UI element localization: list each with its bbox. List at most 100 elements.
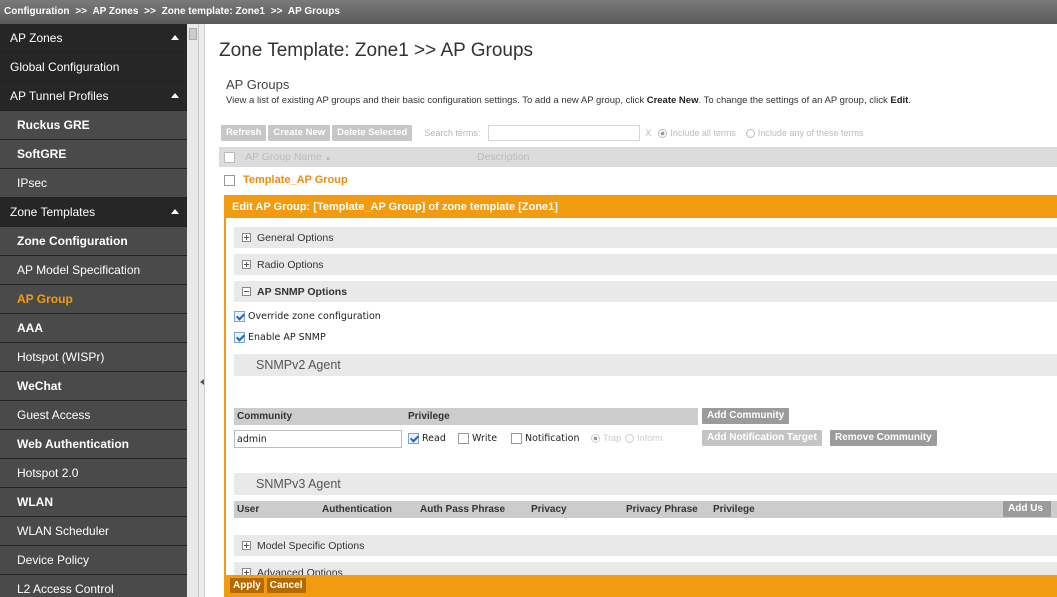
delete-selected-button[interactable]: Delete Selected bbox=[332, 125, 413, 141]
expand-icon[interactable] bbox=[242, 541, 251, 550]
sidebar-item-ap-group[interactable]: AP Group bbox=[0, 285, 187, 314]
include-all-label: Include all terms bbox=[670, 128, 736, 138]
collapse-arrow-icon bbox=[171, 209, 179, 214]
row-checkbox[interactable] bbox=[224, 174, 235, 186]
remove-community-button[interactable]: Remove Community bbox=[830, 430, 937, 446]
sort-ascending-icon: ▲ bbox=[324, 155, 332, 162]
sidebar-item-label: AP Tunnel Profiles bbox=[10, 89, 109, 103]
sidebar-item-wlan[interactable]: WLAN bbox=[0, 488, 187, 517]
sidebar-group-ap-zones[interactable]: AP Zones bbox=[0, 24, 187, 53]
refresh-button[interactable]: Refresh bbox=[221, 125, 267, 141]
sidebar-item-label: AP Zones bbox=[10, 31, 63, 45]
clear-search-icon[interactable]: X bbox=[642, 125, 654, 141]
breadcrumb-item[interactable]: AP Zones bbox=[92, 6, 138, 17]
sidebar-item-guest-access[interactable]: Guest Access bbox=[0, 401, 187, 430]
trap-radio[interactable] bbox=[591, 433, 600, 443]
sidebar-item-zone-configuration[interactable]: Zone Configuration bbox=[0, 227, 187, 256]
sidebar-item-global-configuration[interactable]: Global Configuration bbox=[0, 53, 187, 82]
read-checkbox[interactable] bbox=[408, 433, 419, 444]
breadcrumb-separator: >> bbox=[75, 6, 88, 17]
column-header-ap-group-name[interactable]: AP Group Name ▲ bbox=[245, 151, 332, 163]
enable-snmp-checkbox[interactable] bbox=[234, 332, 245, 343]
sidebar-item-l2-access-control[interactable]: L2 Access Control bbox=[0, 575, 187, 597]
sidebar-item-web-authentication[interactable]: Web Authentication bbox=[0, 430, 187, 459]
notification-checkbox[interactable] bbox=[511, 433, 522, 444]
include-all-radio[interactable] bbox=[658, 128, 668, 138]
add-user-button[interactable]: Add Us bbox=[1003, 501, 1051, 517]
expand-icon[interactable] bbox=[242, 260, 251, 269]
column-header-privilege: Privilege bbox=[713, 504, 755, 515]
sidebar-item-softgre[interactable]: SoftGRE bbox=[0, 140, 187, 169]
breadcrumb-item[interactable]: Zone template: Zone1 bbox=[162, 6, 265, 17]
checkbox-label: Read bbox=[422, 433, 446, 444]
column-header-description[interactable]: Description bbox=[477, 151, 530, 163]
snmpv2-agent-header: SNMPv2 Agent bbox=[234, 354, 1057, 376]
sidebar-item-label: SoftGRE bbox=[17, 147, 67, 161]
override-zone-checkbox[interactable] bbox=[234, 311, 245, 322]
sidebar: AP Zones Global Configuration AP Tunnel … bbox=[0, 24, 187, 597]
description-text: . bbox=[908, 95, 911, 106]
sidebar-item-aaa[interactable]: AAA bbox=[0, 314, 187, 343]
include-any-radio[interactable] bbox=[745, 128, 755, 138]
sidebar-item-wechat[interactable]: WeChat bbox=[0, 372, 187, 401]
breadcrumb: Configuration >> AP Zones >> Zone templa… bbox=[0, 0, 1057, 24]
sidebar-scrollbar[interactable] bbox=[187, 24, 199, 597]
add-community-button[interactable]: Add Community bbox=[702, 408, 790, 424]
collapse-left-icon[interactable] bbox=[200, 379, 204, 385]
section-title: AP Groups bbox=[226, 77, 290, 92]
edit-panel-header: Edit AP Group: [Template_AP Group] of zo… bbox=[226, 197, 1057, 218]
search-input[interactable] bbox=[488, 125, 641, 141]
sidebar-item-ap-model-specification[interactable]: AP Model Specification bbox=[0, 256, 187, 285]
add-notification-target-button[interactable]: Add Notification Target bbox=[702, 430, 822, 446]
description-text: . To change the settings of an AP group,… bbox=[698, 95, 891, 106]
sidebar-group-zone-templates[interactable]: Zone Templates bbox=[0, 198, 187, 227]
snmpv3-table-header: User Authentication Auth Pass Phrase Pri… bbox=[234, 501, 1057, 518]
radio-label: Inform bbox=[637, 433, 663, 443]
collapse-icon[interactable] bbox=[242, 287, 251, 296]
sidebar-item-wlan-scheduler[interactable]: WLAN Scheduler bbox=[0, 517, 187, 546]
model-specific-options-section[interactable]: Model Specific Options bbox=[234, 535, 1057, 556]
sidebar-item-label: WLAN bbox=[17, 495, 53, 509]
radio-label: Trap bbox=[603, 433, 622, 443]
snmpv3-agent-header: SNMPv3 Agent bbox=[234, 473, 1057, 495]
sidebar-item-label: L2 Access Control bbox=[17, 582, 114, 596]
breadcrumb-item[interactable]: Configuration bbox=[4, 6, 70, 17]
write-checkbox[interactable] bbox=[458, 433, 469, 444]
sidebar-item-label: WeChat bbox=[17, 379, 62, 393]
main-content: Zone Template: Zone1 >> AP Groups AP Gro… bbox=[206, 24, 1057, 597]
cancel-button[interactable]: Cancel bbox=[266, 577, 306, 593]
expand-icon[interactable] bbox=[242, 233, 251, 242]
radio-options-section[interactable]: Radio Options bbox=[234, 254, 1057, 275]
ap-group-name-link[interactable]: Template_AP Group bbox=[243, 174, 348, 186]
column-header-privacy: Privacy bbox=[531, 504, 567, 515]
sidebar-item-hotspot-wispr[interactable]: Hotspot (WISPr) bbox=[0, 343, 187, 372]
write-option: Write bbox=[458, 433, 497, 444]
sidebar-item-ipsec[interactable]: IPsec bbox=[0, 169, 187, 198]
sidebar-item-hotspot-2[interactable]: Hotspot 2.0 bbox=[0, 459, 187, 488]
sidebar-item-label: IPsec bbox=[17, 176, 48, 190]
sidebar-item-device-policy[interactable]: Device Policy bbox=[0, 546, 187, 575]
inform-radio[interactable] bbox=[625, 433, 635, 443]
table-row[interactable]: Template_AP Group bbox=[219, 170, 1057, 190]
section-label: Radio Options bbox=[257, 258, 324, 271]
select-all-checkbox[interactable] bbox=[224, 151, 235, 163]
sidebar-item-label: AP Group bbox=[17, 292, 73, 306]
general-options-section[interactable]: General Options bbox=[234, 227, 1057, 248]
sidebar-item-label: Global Configuration bbox=[10, 60, 120, 74]
column-header-privilege: Privilege bbox=[408, 411, 450, 422]
ap-snmp-options-section[interactable]: AP SNMP Options bbox=[234, 281, 1057, 302]
community-input[interactable]: admin bbox=[234, 430, 402, 448]
read-option: Read bbox=[408, 433, 446, 444]
panel-splitter[interactable] bbox=[199, 24, 205, 597]
sidebar-item-ruckus-gre[interactable]: Ruckus GRE bbox=[0, 111, 187, 140]
table-header: AP Group Name ▲ Description bbox=[219, 147, 1057, 167]
apply-button[interactable]: Apply bbox=[230, 577, 264, 593]
page-title: Zone Template: Zone1 >> AP Groups bbox=[219, 40, 534, 61]
scrollbar-thumb[interactable] bbox=[189, 28, 197, 40]
enable-snmp-row: Enable AP SNMP bbox=[234, 332, 326, 343]
collapse-arrow-icon bbox=[171, 35, 179, 40]
create-new-button[interactable]: Create New bbox=[268, 125, 331, 141]
sidebar-group-ap-tunnel-profiles[interactable]: AP Tunnel Profiles bbox=[0, 82, 187, 111]
description-edit: Edit bbox=[890, 95, 909, 106]
search-label: Search terms: bbox=[424, 128, 481, 138]
